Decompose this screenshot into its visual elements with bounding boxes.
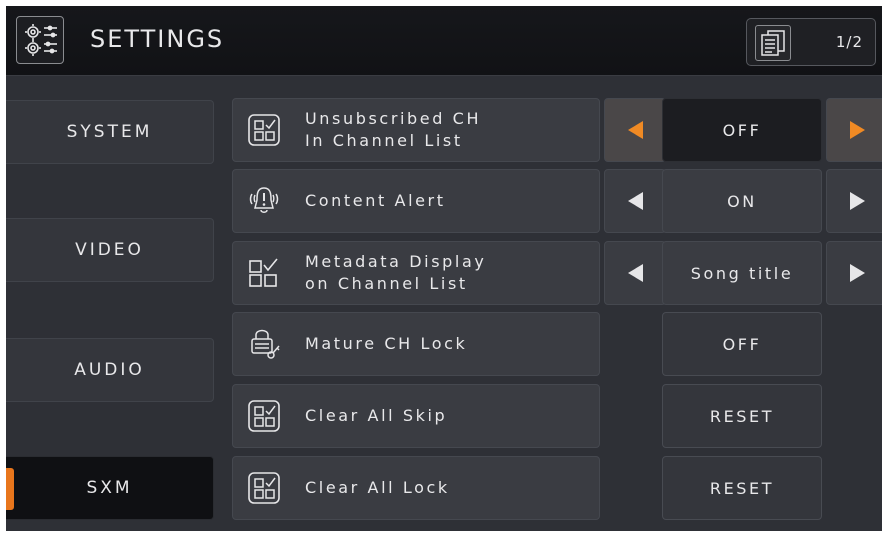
setting-label-line1: Metadata Display <box>305 252 487 271</box>
setting-label: Clear All Lock <box>305 478 450 497</box>
sidebar-item-system[interactable]: SYSTEM <box>6 100 214 164</box>
header-bar: SETTINGS 1/2 <box>6 6 882 76</box>
arrow-right-icon <box>849 121 865 139</box>
page-indicator[interactable]: 1/2 <box>746 18 876 66</box>
settings-screen: SETTINGS 1/2 SYSTEM VIDEO AUDIO SXM Unsu… <box>6 6 882 531</box>
setting-clear-all-skip[interactable]: Clear All Skip <box>232 384 600 448</box>
setting-label-line1: Unsubscribed CH <box>305 109 482 128</box>
bell-alert-icon <box>247 184 281 218</box>
setting-value: ON <box>662 169 822 233</box>
setting-content-alert[interactable]: Content Alert <box>232 169 600 233</box>
clear-all-lock-reset-button[interactable]: RESET <box>662 456 822 520</box>
prev-option-button[interactable] <box>604 169 666 233</box>
setting-label: Metadata Display on Channel List <box>305 251 486 295</box>
prev-option-button[interactable] <box>604 98 666 162</box>
setting-label: Unsubscribed CH In Channel List <box>305 108 481 152</box>
checklist-icon <box>247 471 281 505</box>
page-list-icon <box>755 25 791 61</box>
settings-gears-icon[interactable] <box>16 16 64 64</box>
checklist-icon <box>247 256 281 290</box>
setting-unsubscribed-ch[interactable]: Unsubscribed CH In Channel List <box>232 98 600 162</box>
setting-label-line2: on Channel List <box>305 274 468 293</box>
setting-value: Song title <box>662 241 822 305</box>
lock-key-icon <box>247 327 281 361</box>
setting-metadata-display[interactable]: Metadata Display on Channel List <box>232 241 600 305</box>
next-option-button[interactable] <box>826 169 882 233</box>
active-indicator <box>6 468 14 510</box>
sidebar-item-audio[interactable]: AUDIO <box>6 338 214 402</box>
arrow-left-icon <box>627 264 643 282</box>
sidebar-item-label: SXM <box>86 478 133 498</box>
setting-label: Clear All Skip <box>305 406 448 425</box>
sidebar-item-label: SYSTEM <box>66 122 153 142</box>
sidebar-item-video[interactable]: VIDEO <box>6 218 214 282</box>
page-number: 1/2 <box>835 33 863 51</box>
sidebar-item-label: AUDIO <box>74 360 145 380</box>
page-title: SETTINGS <box>90 25 225 53</box>
sidebar-item-sxm[interactable]: SXM <box>6 456 214 520</box>
setting-value: OFF <box>662 98 822 162</box>
arrow-right-icon <box>849 192 865 210</box>
arrow-right-icon <box>849 264 865 282</box>
prev-option-button[interactable] <box>604 241 666 305</box>
next-option-button[interactable] <box>826 241 882 305</box>
mature-ch-lock-toggle[interactable]: OFF <box>662 312 822 376</box>
setting-mature-ch-lock[interactable]: Mature CH Lock <box>232 312 600 376</box>
checklist-icon <box>247 399 281 433</box>
sidebar-item-label: VIDEO <box>75 240 144 260</box>
checklist-icon <box>247 113 281 147</box>
setting-clear-all-lock[interactable]: Clear All Lock <box>232 456 600 520</box>
setting-label: Content Alert <box>305 191 446 210</box>
arrow-left-icon <box>627 121 643 139</box>
next-option-button[interactable] <box>826 98 882 162</box>
setting-label-line2: In Channel List <box>305 131 463 150</box>
clear-all-skip-reset-button[interactable]: RESET <box>662 384 822 448</box>
setting-label: Mature CH Lock <box>305 334 468 353</box>
arrow-left-icon <box>627 192 643 210</box>
